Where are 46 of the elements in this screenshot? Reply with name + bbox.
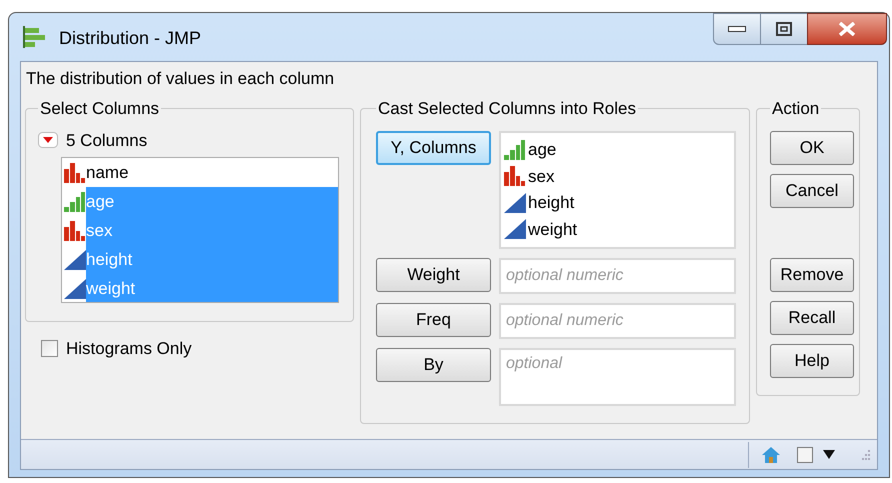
bar-chart-icon [504, 140, 526, 160]
maximize-button[interactable] [761, 13, 807, 45]
triangle-icon [504, 219, 526, 240]
action-button[interactable]: Remove [770, 258, 854, 292]
triangle-icon [64, 250, 86, 270]
checkbox-label: Histograms Only [66, 338, 192, 360]
role-button[interactable]: By [376, 348, 491, 382]
panel-title: Select Columns [39, 98, 160, 120]
window-title: Distribution - JMP [59, 27, 202, 50]
role-button[interactable]: Weight [376, 258, 491, 292]
bar-chart-icon [64, 162, 86, 182]
bar-chart-icon [504, 166, 526, 186]
role-field[interactable]: optional numeric [499, 258, 736, 294]
column-count: 5 Columns [66, 130, 148, 152]
role-item[interactable]: weight [528, 216, 578, 242]
disclosure-icon [38, 132, 58, 148]
minimize-icon [728, 26, 746, 32]
role-item[interactable]: sex [528, 164, 554, 189]
action-button[interactable]: Help [770, 344, 854, 378]
close-icon [838, 22, 856, 36]
chart-icon [23, 26, 47, 48]
checkbox-icon[interactable] [797, 446, 813, 462]
minimize-button[interactable] [713, 13, 761, 45]
close-button[interactable] [807, 13, 887, 45]
maximize-icon [776, 22, 792, 36]
role-button[interactable]: Y, Columns [376, 130, 491, 164]
action-button[interactable]: Cancel [770, 174, 854, 208]
panel-title: Action [771, 98, 820, 120]
bar-chart-icon [64, 220, 86, 240]
role-field[interactable]: optional [499, 348, 736, 406]
checkbox[interactable] [41, 340, 58, 358]
role-item[interactable]: height [528, 190, 574, 216]
dropdown-arrow-icon[interactable] [823, 450, 835, 459]
column-item[interactable]: name [86, 158, 338, 187]
description-text: The distribution of values in each column [26, 68, 336, 90]
panel-title: Cast Selected Columns into Roles [377, 98, 637, 120]
action-button[interactable]: Recall [770, 300, 854, 334]
triangle-icon [504, 192, 526, 213]
bar-chart-icon [64, 192, 86, 212]
resize-grip-icon[interactable] [859, 448, 871, 460]
triangle-icon [64, 278, 86, 298]
role-button[interactable]: Freq [376, 302, 491, 336]
role-field[interactable]: optional numeric [499, 302, 736, 338]
role-item[interactable]: age [528, 137, 556, 162]
action-button[interactable]: OK [770, 130, 854, 164]
home-icon[interactable] [761, 446, 781, 464]
